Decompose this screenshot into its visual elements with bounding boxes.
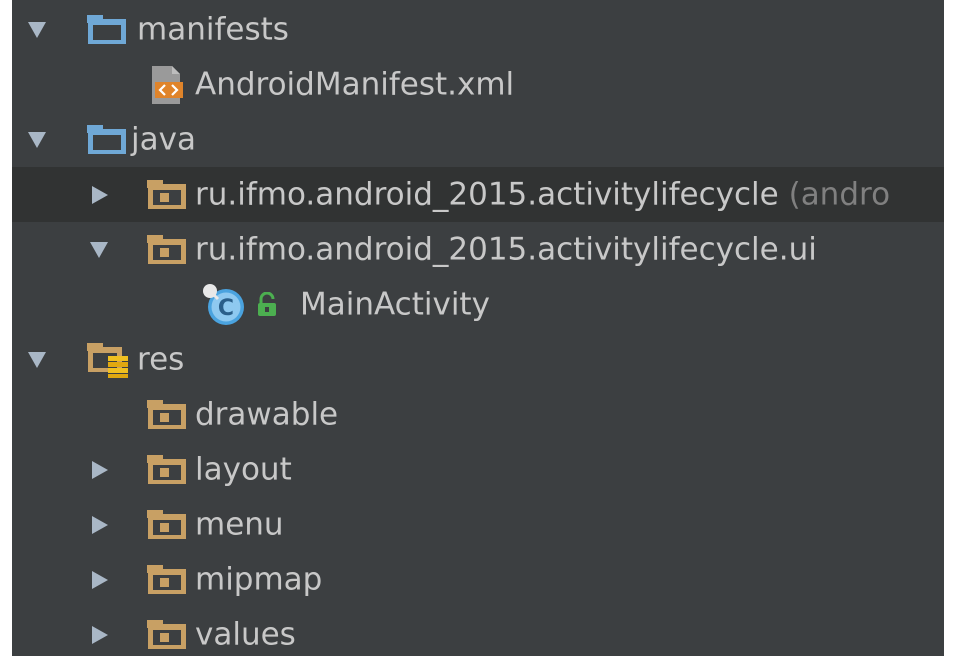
package-icon bbox=[147, 179, 186, 209]
tree-node-mipmap[interactable]: mipmap bbox=[12, 552, 944, 607]
tree-node-label: AndroidManifest.xml bbox=[195, 66, 515, 102]
tree-node-drawable[interactable]: drawable bbox=[12, 387, 944, 442]
tree-node-values[interactable]: values bbox=[12, 607, 944, 656]
folder-icon bbox=[87, 124, 126, 154]
tree-node-menu[interactable]: menu bbox=[12, 497, 944, 552]
tree-node-label: manifests bbox=[137, 11, 289, 47]
expand-arrow-right-icon[interactable] bbox=[92, 570, 108, 589]
folder-icon bbox=[147, 454, 186, 484]
svg-text:C: C bbox=[218, 296, 234, 321]
tree-node-main-activity[interactable]: C MainActivity bbox=[12, 277, 944, 332]
tree-node-label: mipmap bbox=[195, 561, 323, 597]
tree-node-label: menu bbox=[195, 506, 284, 542]
folder-icon bbox=[87, 14, 126, 44]
project-tree-panel: manifests AndroidManifest.xml java ru.if bbox=[12, 0, 944, 656]
expand-arrow-down-icon[interactable] bbox=[28, 351, 46, 368]
xml-file-icon bbox=[152, 65, 183, 104]
tree-node-manifests[interactable]: manifests bbox=[12, 2, 944, 57]
folder-icon bbox=[147, 619, 186, 649]
tree-node-label: ru.ifmo.android_2015.activitylifecycle (… bbox=[195, 176, 891, 212]
lock-icon bbox=[258, 291, 276, 316]
tree-node-label: values bbox=[195, 616, 296, 652]
expand-arrow-right-icon[interactable] bbox=[92, 515, 108, 534]
expand-arrow-right-icon[interactable] bbox=[92, 185, 108, 204]
tree-node-package-activitylifecycle[interactable]: ru.ifmo.android_2015.activitylifecycle (… bbox=[12, 167, 944, 222]
tree-node-java[interactable]: java bbox=[12, 112, 944, 167]
tree-node-label: res bbox=[137, 341, 185, 377]
resources-folder-icon bbox=[87, 342, 128, 378]
tree-node-package-activitylifecycle-ui[interactable]: ru.ifmo.android_2015.activitylifecycle.u… bbox=[12, 222, 944, 277]
expand-arrow-down-icon[interactable] bbox=[28, 21, 46, 38]
expand-arrow-down-icon[interactable] bbox=[90, 241, 108, 258]
module-suffix: (andro bbox=[788, 176, 891, 212]
tree-node-layout[interactable]: layout bbox=[12, 442, 944, 497]
expand-arrow-right-icon[interactable] bbox=[92, 460, 108, 479]
folder-icon bbox=[147, 399, 186, 429]
class-icon: C bbox=[203, 283, 244, 325]
tree-node-label: drawable bbox=[195, 396, 339, 432]
package-icon bbox=[147, 234, 186, 264]
tree-node-label: layout bbox=[195, 451, 292, 487]
expand-arrow-down-icon[interactable] bbox=[28, 131, 46, 148]
tree-node-label: ru.ifmo.android_2015.activitylifecycle.u… bbox=[195, 231, 817, 267]
tree-node-label: java bbox=[131, 121, 196, 157]
tree-node-label: MainActivity bbox=[300, 286, 490, 322]
tree-node-res[interactable]: res bbox=[12, 332, 944, 387]
expand-arrow-right-icon[interactable] bbox=[92, 625, 108, 644]
folder-icon bbox=[147, 564, 186, 594]
folder-icon bbox=[147, 509, 186, 539]
tree-node-android-manifest[interactable]: AndroidManifest.xml bbox=[12, 57, 944, 112]
